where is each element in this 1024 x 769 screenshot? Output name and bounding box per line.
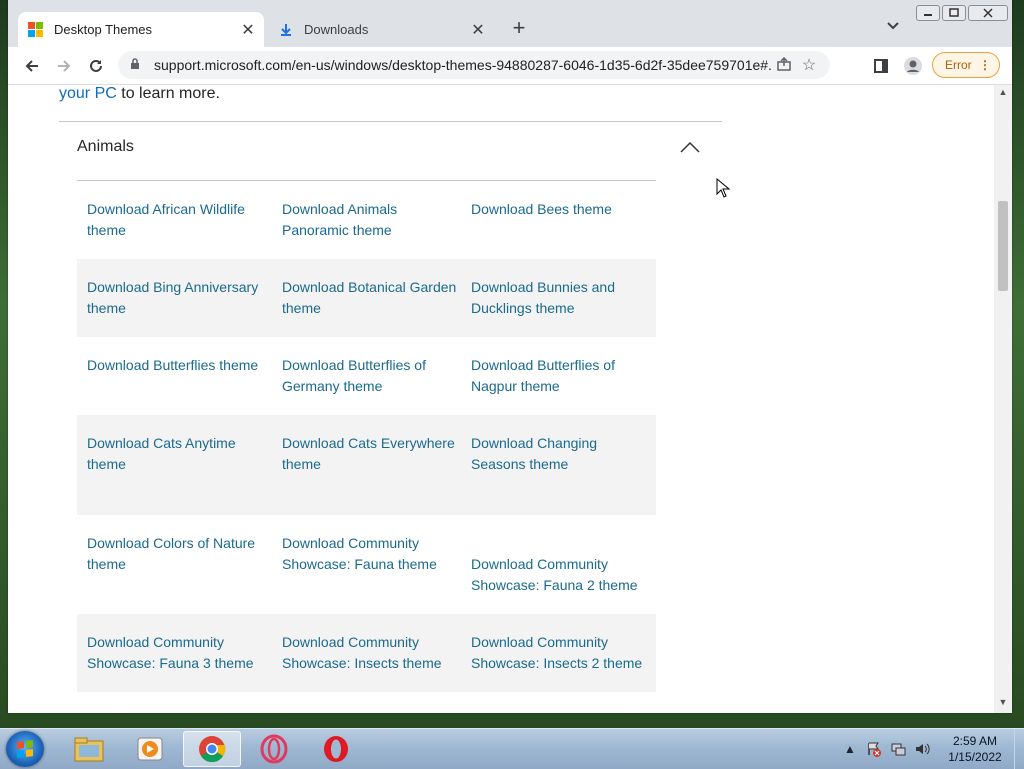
vertical-scrollbar[interactable]: ▲ ▼: [994, 85, 1012, 713]
theme-link[interactable]: Download Butterflies of Germany theme: [282, 355, 462, 397]
address-bar[interactable]: support.microsoft.com/en-us/windows/desk…: [118, 51, 830, 79]
start-button[interactable]: [6, 731, 44, 767]
chevron-up-icon[interactable]: [680, 140, 700, 154]
close-window-button[interactable]: [968, 5, 1008, 21]
theme-link[interactable]: Download African Wildlife theme: [87, 199, 267, 241]
error-button[interactable]: Error ⋮: [932, 52, 1000, 78]
tab-downloads[interactable]: Downloads ✕: [264, 12, 494, 47]
browser-toolbar: support.microsoft.com/en-us/windows/desk…: [8, 47, 1012, 85]
error-label: Error: [945, 58, 972, 72]
taskbar: ▲ 2:59 AM 1/15/2022: [0, 728, 1024, 769]
microsoft-logo-icon: [28, 21, 44, 38]
table-row: Download Butterflies theme Download Butt…: [77, 337, 656, 415]
network-icon[interactable]: [888, 739, 908, 759]
forward-arrow-icon[interactable]: [51, 53, 77, 79]
theme-link[interactable]: Download Colors of Nature theme: [87, 533, 267, 575]
share-icon[interactable]: [772, 56, 796, 74]
table-row: Download Cats Anytime theme Download Cat…: [77, 415, 656, 515]
theme-link[interactable]: Download Bunnies and Ducklings theme: [471, 277, 651, 319]
url-text[interactable]: support.microsoft.com/en-us/windows/desk…: [154, 57, 772, 73]
reload-icon[interactable]: [83, 53, 109, 79]
windows-explorer-icon[interactable]: [60, 731, 118, 767]
clock-date: 1/15/2022: [948, 750, 1002, 764]
page-viewport: your PC to learn more. Animals Download …: [8, 85, 994, 713]
theme-link[interactable]: Download Butterflies of Nagpur theme: [471, 355, 651, 397]
menu-dots-icon[interactable]: ⋮: [979, 58, 991, 72]
system-tray: ▲: [840, 729, 936, 769]
media-player-icon[interactable]: [121, 731, 179, 767]
theme-link[interactable]: Download Bing Anniversary theme: [87, 277, 267, 319]
theme-link[interactable]: Download Butterflies theme: [87, 355, 267, 376]
show-desktop-button[interactable]: [1014, 729, 1024, 769]
bookmark-star-icon[interactable]: ☆: [796, 55, 822, 75]
clock[interactable]: 2:59 AM 1/15/2022: [940, 733, 1010, 765]
clock-time: 2:59 AM: [952, 734, 998, 748]
opera-icon[interactable]: [307, 731, 365, 767]
lock-icon[interactable]: [130, 57, 144, 73]
scroll-up-arrow-icon[interactable]: ▲: [994, 87, 1012, 101]
theme-link[interactable]: Download Community Showcase: Fauna 3 the…: [87, 632, 267, 674]
scroll-down-arrow-icon[interactable]: ▼: [994, 697, 1012, 711]
mouse-cursor-icon: [716, 178, 730, 198]
scroll-thumb[interactable]: [998, 201, 1008, 291]
theme-link[interactable]: Download Bees theme: [471, 199, 651, 220]
theme-link[interactable]: Download Community Showcase: Fauna theme: [282, 533, 462, 575]
tab-search-chevron-icon[interactable]: [884, 20, 902, 38]
browser-window: Desktop Themes ✕ Downloads ✕ + support.m…: [8, 0, 1012, 713]
table-row: Download Community Showcase: Fauna 3 the…: [77, 614, 656, 692]
volume-icon[interactable]: [912, 739, 932, 759]
chrome-icon[interactable]: [183, 731, 241, 767]
tab-strip: Desktop Themes ✕ Downloads ✕ +: [8, 0, 1012, 47]
divider: [59, 121, 722, 122]
table-row: Download Bing Anniversary theme Download…: [77, 259, 656, 337]
theme-grid: Download African Wildlife theme Download…: [77, 181, 656, 692]
theme-link[interactable]: Download Community Showcase: Fauna 2 the…: [471, 554, 651, 596]
table-row: Download Colors of Nature theme Download…: [77, 515, 656, 614]
tab-title: Desktop Themes: [54, 22, 153, 37]
back-arrow-icon[interactable]: [19, 53, 45, 79]
new-tab-button[interactable]: +: [508, 17, 530, 40]
tab-desktop-themes[interactable]: Desktop Themes ✕: [18, 12, 264, 47]
download-icon: [278, 22, 294, 38]
tab-title: Downloads: [304, 22, 369, 37]
section-title-animals[interactable]: Animals: [77, 138, 134, 156]
theme-link[interactable]: Download Cats Anytime theme: [87, 433, 267, 475]
profile-avatar-icon[interactable]: [900, 53, 926, 79]
action-center-flag-icon[interactable]: [864, 739, 884, 759]
windows-logo-icon: [17, 740, 33, 758]
minimize-button[interactable]: [916, 5, 940, 21]
close-tab-icon[interactable]: ✕: [238, 20, 258, 40]
intro-suffix: to learn more.: [116, 85, 220, 102]
theme-link[interactable]: Download Community Showcase: Insects 2 t…: [471, 632, 651, 674]
theme-link[interactable]: Download Animals Panoramic theme: [282, 199, 462, 241]
intro-link[interactable]: your PC: [59, 85, 117, 102]
theme-link[interactable]: Download Community Showcase: Insects the…: [282, 632, 462, 674]
maximize-button[interactable]: [942, 5, 966, 21]
theme-link[interactable]: Download Changing Seasons theme: [471, 433, 651, 475]
intro-text: your PC to learn more.: [59, 85, 220, 103]
opera-gx-icon[interactable]: [245, 731, 303, 767]
theme-link[interactable]: Download Cats Everywhere theme: [282, 433, 462, 475]
close-tab-icon[interactable]: ✕: [468, 20, 488, 40]
side-panel-icon[interactable]: [868, 53, 894, 79]
theme-link[interactable]: Download Botanical Garden theme: [282, 277, 462, 319]
table-row: Download African Wildlife theme Download…: [77, 181, 656, 259]
show-hidden-icons-icon[interactable]: ▲: [840, 739, 860, 759]
